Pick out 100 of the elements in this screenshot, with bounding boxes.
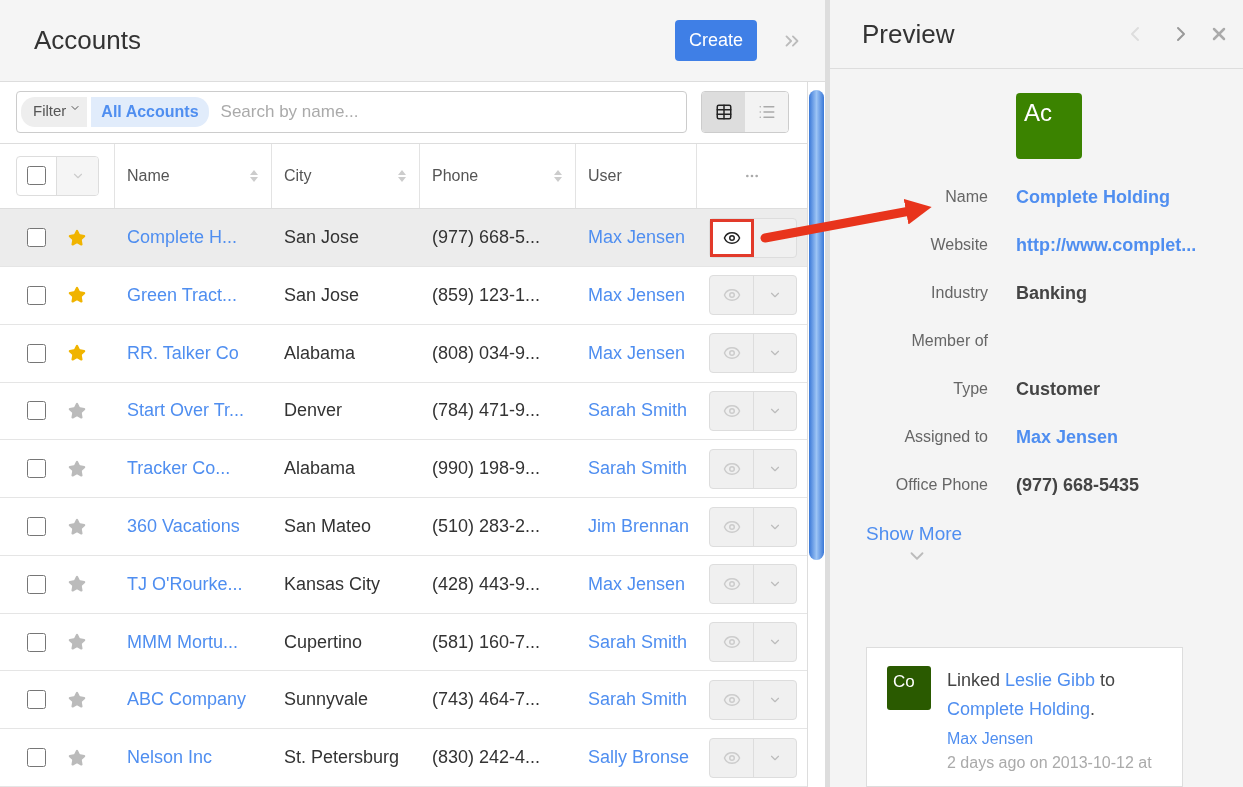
star-icon[interactable]	[68, 401, 86, 420]
account-avatar: Ac	[1016, 93, 1082, 159]
account-name-link[interactable]: ABC Company	[127, 689, 247, 711]
star-icon[interactable]	[68, 459, 86, 478]
preview-title: Preview	[862, 18, 956, 50]
table-cell: (743) 464-7...	[432, 689, 541, 711]
show-more-link[interactable]: Show More	[866, 523, 1213, 545]
table-cell: (510) 283-2...	[432, 516, 541, 537]
row-checkbox[interactable]	[27, 690, 46, 710]
sort-icon[interactable]	[397, 169, 407, 183]
account-name-link[interactable]: Start Over Tr...	[127, 400, 245, 422]
field-link[interactable]: Complete Holding	[1016, 186, 1170, 208]
table-cell: (830) 242-4...	[432, 747, 541, 769]
table-row[interactable]: Complete H... San Jose (977) 668-5... Max Jensen	[0, 209, 807, 268]
star-icon[interactable]	[68, 228, 86, 247]
table-cell: (784) 471-9...	[432, 400, 541, 422]
account-name-link[interactable]: RR. Talker Co	[127, 342, 239, 364]
field-label: Industry	[930, 284, 988, 302]
table-cell: St. Petersburg	[284, 747, 400, 769]
scrollbar-thumb[interactable]	[809, 90, 824, 560]
user-link[interactable]: Jim Brennan	[588, 516, 690, 537]
field-label: Member of	[910, 332, 988, 350]
table-cell: Sunnyvale	[284, 689, 369, 711]
star-icon[interactable]	[68, 748, 86, 767]
star-icon[interactable]	[68, 286, 86, 305]
row-checkbox[interactable]	[27, 285, 46, 305]
column-header[interactable]: Phone	[432, 167, 553, 185]
account-name-link[interactable]: Green Tract...	[127, 284, 238, 306]
user-link[interactable]: Max Jensen	[588, 227, 686, 249]
field-link[interactable]: Max Jensen	[1016, 426, 1119, 448]
row-checkbox[interactable]	[27, 228, 46, 248]
user-link[interactable]: Sarah Smith	[588, 689, 688, 711]
activity-time: 2 days ago on 2013-10-12 at	[947, 754, 1153, 772]
filter-tag[interactable]: All Accounts	[91, 97, 209, 128]
user-link[interactable]: Max Jensen	[588, 573, 686, 595]
account-name-link[interactable]: Complete H...	[127, 227, 238, 249]
activity-text: Linked Leslie Gibb to Complete Holding.	[947, 669, 1117, 721]
create-button[interactable]: Create	[674, 20, 757, 61]
table-cell: San Jose	[284, 227, 360, 249]
star-icon[interactable]	[68, 575, 86, 594]
table-cell: Alabama	[284, 458, 356, 480]
table-cell: (977) 668-5...	[432, 227, 541, 249]
field-label: Office Phone	[894, 476, 988, 494]
grid-icon	[714, 103, 733, 122]
star-icon[interactable]	[68, 690, 86, 709]
row-checkbox[interactable]	[27, 401, 46, 421]
row-checkbox[interactable]	[27, 517, 46, 536]
field-value: Banking	[1016, 282, 1087, 304]
author-link[interactable]: Max Jensen	[947, 730, 1162, 748]
row-checkbox[interactable]	[27, 343, 46, 363]
star-icon[interactable]	[68, 517, 86, 536]
column-header[interactable]: City	[284, 167, 397, 185]
column-header[interactable]: Name	[127, 167, 249, 185]
table-cell: Cupertino	[284, 631, 363, 653]
view-toggle-button[interactable]	[745, 92, 788, 133]
table-cell: San Mateo	[284, 516, 372, 537]
table-cell: (428) 443-9...	[432, 573, 541, 595]
account-name-link[interactable]: MMM Mortu...	[127, 631, 238, 653]
field-value: Customer	[1016, 378, 1100, 400]
activity-avatar: Co	[887, 666, 931, 710]
table-cell: (581) 160-7...	[432, 631, 541, 653]
star-icon[interactable]	[68, 633, 86, 652]
field-label: Name	[944, 188, 988, 206]
activity-link[interactable]: Complete Holding	[947, 699, 1091, 719]
view-toggle-button[interactable]	[702, 92, 745, 133]
row-checkbox[interactable]	[27, 632, 46, 652]
star-icon[interactable]	[68, 344, 86, 363]
page-title: Accounts	[34, 25, 142, 56]
user-link[interactable]: Sarah Smith	[588, 631, 688, 653]
table-cell: (808) 034-9...	[432, 342, 541, 364]
user-link[interactable]: Max Jensen	[588, 342, 686, 364]
field-label: Type	[952, 380, 988, 398]
field-value: (977) 668-5435	[1016, 474, 1140, 496]
sort-icon[interactable]	[249, 169, 259, 183]
table-cell: (990) 198-9...	[432, 458, 541, 480]
user-link[interactable]: Sally Bronse	[588, 747, 690, 769]
select-all-checkbox[interactable]	[27, 166, 46, 186]
account-name-link[interactable]: Nelson Inc	[127, 747, 213, 769]
sort-icon[interactable]	[553, 169, 563, 183]
filter-button[interactable]: Filter	[21, 97, 88, 128]
field-link[interactable]: http://www.complet...	[1016, 234, 1197, 256]
table-cell: San Jose	[284, 284, 360, 306]
field-label: Assigned to	[903, 428, 988, 446]
user-link[interactable]: Max Jensen	[588, 284, 686, 306]
account-name-link[interactable]: 360 Vacations	[127, 516, 240, 537]
activity-link[interactable]: Leslie Gibb	[1005, 670, 1096, 690]
table-cell: Kansas City	[284, 573, 381, 595]
table-cell: Alabama	[284, 342, 356, 364]
column-header[interactable]: User	[588, 167, 684, 185]
account-name-link[interactable]: TJ O'Rourke...	[127, 573, 243, 595]
table-cell: Denver	[284, 400, 343, 422]
preview-button[interactable]	[710, 218, 754, 257]
row-checkbox[interactable]	[27, 574, 46, 594]
row-checkbox[interactable]	[27, 748, 46, 768]
table-cell: (859) 123-1...	[432, 284, 541, 306]
search-field[interactable]: Filter All Accounts Search by name...	[16, 91, 687, 134]
user-link[interactable]: Sarah Smith	[588, 400, 688, 422]
user-link[interactable]: Sarah Smith	[588, 458, 688, 480]
row-checkbox[interactable]	[27, 459, 46, 479]
account-name-link[interactable]: Tracker Co...	[127, 458, 231, 480]
